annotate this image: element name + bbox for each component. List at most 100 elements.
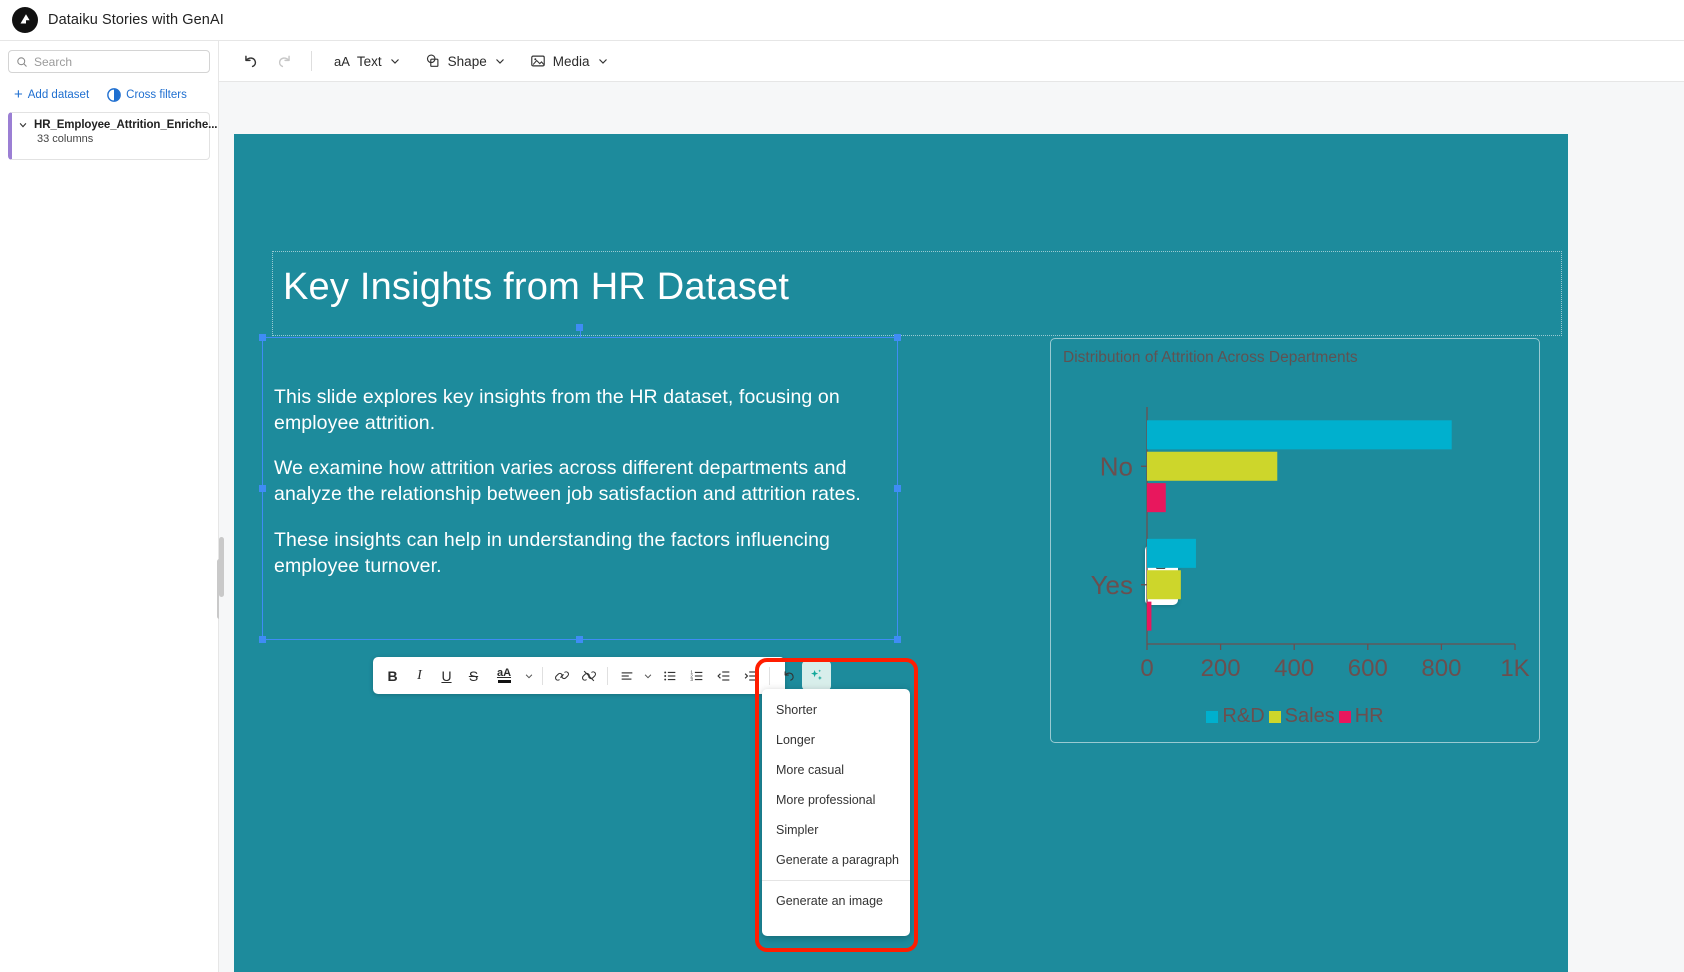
resize-handle-bottom-center[interactable] [576, 636, 583, 643]
media-menu-label: Media [552, 53, 590, 69]
attrition-bar-chart: No Yes 0 200 400 600 800 1K [1091, 407, 1530, 682]
bulleted-list-button[interactable] [656, 662, 683, 689]
indent-icon [744, 670, 756, 681]
link-button[interactable] [548, 662, 575, 689]
strikethrough-label: S [468, 667, 479, 684]
ai-menu-item-simpler[interactable]: Simpler [762, 815, 910, 845]
bar-rd-yes [1147, 538, 1196, 568]
ai-menu-item-longer[interactable]: Longer [762, 725, 910, 755]
slide-title-box[interactable]: Key Insights from HR Dataset [272, 251, 1562, 336]
format-divider-1 [542, 666, 543, 685]
unlink-button[interactable] [575, 662, 602, 689]
undo-icon [244, 55, 256, 67]
legend-item-rd[interactable]: R&D [1206, 705, 1265, 728]
resize-handle-bottom-left[interactable] [259, 636, 266, 643]
dataset-card[interactable]: HR_Employee_Attrition_Enriche... 33 colu… [8, 112, 218, 160]
text-box-body[interactable]: This slide explores key insights from th… [263, 338, 897, 579]
toolbar-divider [311, 51, 312, 71]
rotate-handle[interactable] [576, 324, 583, 331]
paragraph-1: This slide explores key insights from th… [274, 386, 840, 434]
indent-button[interactable] [737, 662, 764, 689]
ai-menu-item-generate-a-paragraph[interactable]: Generate a paragraph [762, 845, 910, 875]
underline-label: U [441, 667, 452, 684]
resize-handle-middle-right[interactable] [894, 484, 901, 492]
bar-hr-no [1147, 483, 1166, 513]
bold-label: B [387, 667, 398, 684]
legend-swatch-rd [1206, 710, 1219, 723]
search-wrap: Search [0, 41, 218, 81]
undo-button[interactable] [233, 46, 267, 76]
editor-toolbar: aA Text Shape Media [219, 41, 1684, 82]
outdent-icon [716, 670, 729, 681]
selected-text-box[interactable]: This slide explores key insights from th… [259, 324, 901, 643]
media-menu-button[interactable]: Media [518, 46, 621, 76]
chevron-down-icon[interactable] [18, 120, 28, 130]
bold-button[interactable]: B [379, 662, 406, 689]
y-axis-label-no: No [1100, 451, 1133, 481]
align-left-icon [621, 671, 632, 680]
ai-menu-item-generate-an-image[interactable]: Generate an image [762, 886, 910, 916]
text-menu-button[interactable]: aA Text [322, 46, 413, 76]
dataset-columns: 33 columns [37, 133, 94, 145]
text-color-caret[interactable] [521, 662, 537, 689]
text-color-button[interactable]: aA [487, 662, 521, 689]
add-dataset-label: Add dataset [27, 88, 90, 101]
legend-item-hr[interactable]: HR [1338, 705, 1384, 728]
align-caret[interactable] [640, 662, 656, 689]
text-format-toolbar: B I U S aA 1 2 3 [373, 657, 831, 694]
bulleted-list-icon [663, 670, 675, 681]
italic-button[interactable]: I [406, 662, 433, 689]
svg-text:800: 800 [1421, 655, 1461, 682]
outdent-button[interactable] [710, 662, 737, 689]
chevron-down-icon [598, 59, 607, 64]
media-image-icon [530, 55, 545, 67]
y-axis-label-yes: Yes [1091, 570, 1133, 600]
unlink-icon [581, 670, 596, 681]
italic-label: I [417, 667, 422, 683]
chart-card[interactable]: Distribution of Attrition Across Departm… [1050, 338, 1540, 743]
add-dataset-button[interactable]: + Add dataset [14, 87, 89, 102]
strikethrough-button[interactable]: S [460, 662, 487, 689]
resize-handle-top-left[interactable] [259, 334, 266, 341]
resize-handle-top-right[interactable] [894, 334, 901, 341]
undo-icon [784, 670, 794, 681]
ai-sparkle-icon [811, 669, 822, 681]
underline-button[interactable]: U [433, 662, 460, 689]
search-input[interactable]: Search [8, 50, 210, 73]
canvas-scrollbar[interactable] [219, 537, 224, 597]
paragraph-3: These insights can help in understanding… [274, 528, 830, 577]
resize-handle-middle-left[interactable] [259, 484, 266, 492]
format-divider-2 [607, 666, 608, 685]
cross-filters-icon [107, 87, 121, 102]
slide-canvas[interactable]: Key Insights from HR Dataset This slide … [234, 134, 1568, 972]
text-color-label: aA [496, 667, 512, 679]
svg-text:1K: 1K [1500, 655, 1529, 682]
ai-menu-item-more-professional[interactable]: More professional [762, 785, 910, 815]
ai-menu-item-more-casual[interactable]: More casual [762, 755, 910, 785]
svg-text:400: 400 [1274, 655, 1314, 682]
shape-menu-button[interactable]: Shape [413, 46, 518, 76]
legend-swatch-sales [1268, 710, 1281, 723]
redo-button[interactable] [267, 46, 301, 76]
svg-text:200: 200 [1201, 655, 1241, 682]
legend-label-sales: Sales [1284, 705, 1335, 727]
svg-text:600: 600 [1348, 655, 1388, 682]
svg-text:0: 0 [1140, 655, 1153, 682]
shape-icon [426, 54, 439, 67]
legend-item-sales[interactable]: Sales [1268, 705, 1335, 728]
ai-assist-button[interactable] [802, 661, 831, 690]
numbered-list-button[interactable]: 1 2 3 [683, 662, 710, 689]
link-icon [554, 670, 569, 681]
ai-menu-item-shorter[interactable]: Shorter [762, 695, 910, 725]
canvas-area: Key Insights from HR Dataset This slide … [219, 82, 1684, 972]
clear-format-button[interactable] [775, 662, 802, 689]
resize-handle-bottom-right[interactable] [894, 636, 901, 643]
align-button[interactable] [613, 662, 640, 689]
chevron-down-icon [495, 59, 504, 64]
cross-filters-label: Cross filters [126, 88, 187, 101]
search-placeholder: Search [34, 54, 73, 69]
numbered-list-icon: 1 2 3 [690, 669, 702, 682]
text-menu-label: Text [356, 53, 382, 69]
cross-filters-button[interactable]: Cross filters [107, 87, 187, 102]
dataset-name: HR_Employee_Attrition_Enriche... [34, 119, 218, 131]
